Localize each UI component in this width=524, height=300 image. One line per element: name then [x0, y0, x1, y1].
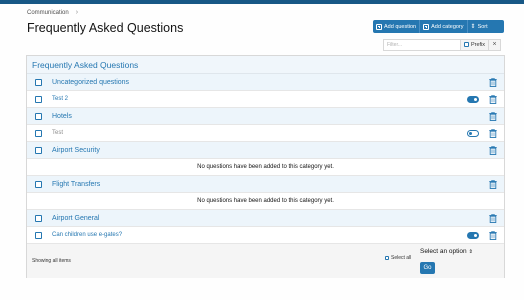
- bulk-action-select[interactable]: Select an option ⇕: [420, 247, 473, 256]
- row-checkbox[interactable]: [35, 95, 42, 103]
- add-category-button[interactable]: Add category: [419, 20, 466, 33]
- question-row: Can children use e-gates?: [27, 227, 504, 244]
- clear-filter-button[interactable]: ×: [489, 38, 502, 51]
- plus-square-icon: [376, 23, 382, 30]
- category-row: Hotels: [27, 108, 504, 125]
- category-row: Airport Security: [27, 142, 504, 159]
- showing-count: Showing all items: [32, 258, 71, 264]
- trash-icon[interactable]: [489, 213, 497, 223]
- question-link[interactable]: Test: [52, 130, 63, 136]
- toggle-knob: [469, 131, 472, 135]
- trash-icon[interactable]: [489, 145, 497, 155]
- trash-icon[interactable]: [489, 230, 497, 240]
- empty-category-message: No questions have been added to this cat…: [27, 193, 504, 210]
- breadcrumb: Communication ›: [27, 9, 78, 16]
- trash-icon[interactable]: [489, 94, 497, 104]
- toggle-knob: [474, 233, 477, 237]
- list-footer: Showing all items Select all Select an o…: [27, 244, 504, 278]
- row-checkbox[interactable]: [35, 78, 42, 86]
- select-caret-icon: ⇕: [468, 248, 473, 255]
- category-link[interactable]: Flight Transfers: [52, 181, 100, 188]
- enable-toggle[interactable]: [467, 129, 479, 137]
- sort-button[interactable]: ⇕ Sort: [466, 20, 491, 33]
- empty-message-text: No questions have been added to this cat…: [197, 164, 334, 170]
- trash-icon[interactable]: [489, 111, 497, 121]
- faq-rows: Uncategorized questions Test 2 Hotels Test A…: [27, 74, 504, 244]
- row-checkbox[interactable]: [35, 231, 42, 239]
- category-link[interactable]: Uncategorized questions: [52, 79, 129, 86]
- empty-category-message: No questions have been added to this cat…: [27, 159, 504, 176]
- prefix-checkbox[interactable]: [464, 42, 469, 47]
- row-checkbox[interactable]: [35, 129, 42, 137]
- empty-message-text: No questions have been added to this cat…: [197, 198, 334, 204]
- question-row: Test 2: [27, 91, 504, 108]
- bulk-action-value: Select an option: [420, 248, 467, 255]
- close-icon: ×: [492, 41, 497, 48]
- go-button[interactable]: Go: [420, 262, 435, 274]
- select-all-checkbox[interactable]: [385, 256, 389, 260]
- add-category-label: Add category: [431, 23, 464, 30]
- question-link[interactable]: Test 2: [52, 96, 68, 102]
- enable-toggle[interactable]: [467, 95, 479, 103]
- category-link[interactable]: Airport General: [52, 215, 99, 222]
- category-row: Airport General: [27, 210, 504, 227]
- page-title: Frequently Asked Questions: [27, 21, 184, 35]
- add-question-button[interactable]: Add question: [373, 20, 419, 33]
- select-all-label: Select all: [391, 255, 412, 261]
- enable-toggle[interactable]: [467, 231, 479, 239]
- top-nav-strip: [0, 0, 524, 4]
- row-checkbox[interactable]: [35, 214, 42, 222]
- filter-bar: Prefix ×: [383, 38, 502, 51]
- list-header: Frequently Asked Questions: [27, 56, 504, 74]
- row-checkbox[interactable]: [35, 112, 42, 120]
- sort-label: Sort: [477, 23, 488, 30]
- trash-icon[interactable]: [489, 128, 497, 138]
- plus-square-icon: [423, 23, 430, 30]
- add-question-label: Add question: [384, 23, 417, 30]
- filter-input[interactable]: [383, 38, 461, 51]
- category-link[interactable]: Airport Security: [52, 147, 100, 154]
- row-checkbox[interactable]: [35, 180, 42, 188]
- faq-list-panel: Frequently Asked Questions Uncategorized…: [26, 55, 505, 278]
- category-row: Flight Transfers: [27, 176, 504, 193]
- category-link[interactable]: Hotels: [52, 113, 72, 120]
- prefix-toggle[interactable]: Prefix: [461, 38, 490, 51]
- trash-icon[interactable]: [489, 179, 497, 189]
- trash-icon[interactable]: [489, 77, 497, 87]
- question-row: Test: [27, 125, 504, 142]
- toggle-knob: [474, 97, 477, 101]
- question-link[interactable]: Can children use e-gates?: [52, 232, 122, 238]
- prefix-label: Prefix: [471, 41, 486, 48]
- sort-icon: ⇕: [470, 24, 476, 30]
- toolbar: Add question Add category ⇕ Sort: [373, 20, 504, 33]
- row-checkbox[interactable]: [35, 146, 42, 154]
- select-all-toggle[interactable]: Select all: [385, 255, 411, 261]
- category-row: Uncategorized questions: [27, 74, 504, 91]
- breadcrumb-link-communication[interactable]: Communication: [27, 10, 69, 16]
- chevron-right-icon: ›: [75, 9, 79, 16]
